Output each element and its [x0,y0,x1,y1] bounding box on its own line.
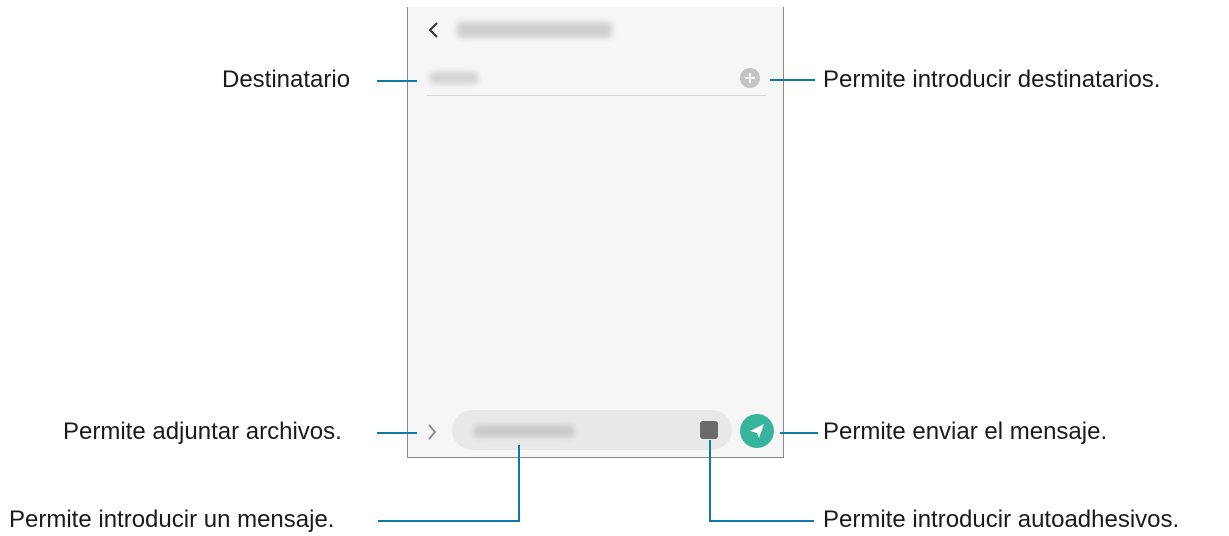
message-input-placeholder [474,425,574,437]
send-icon [750,424,764,438]
attach-files-line [377,432,417,434]
conversation-title-placeholder [457,22,612,38]
add-icon[interactable] [740,68,760,88]
stickers-line-v [709,440,711,521]
enter-stickers-label: Permite introducir autoadhesivos. [823,506,1180,533]
message-input[interactable] [452,410,732,450]
recipient-field-placeholder[interactable] [430,72,478,84]
stickers-line-h [709,520,814,522]
send-button[interactable] [740,414,774,448]
recipient-label: Destinatario [222,66,351,93]
sticker-icon[interactable] [700,421,718,439]
add-recipients-label: Permite introducir destinatarios. [823,66,1161,93]
recipient-divider [427,95,766,96]
add-recipients-line [770,79,815,81]
enter-message-line-h [378,520,520,522]
chevron-right-icon[interactable] [425,422,439,442]
enter-message-line-v [518,445,520,521]
recipient-line [377,80,417,82]
back-arrow-icon[interactable] [425,20,445,40]
send-message-label: Permite enviar el mensaje. [823,418,1108,445]
send-message-line [780,432,818,434]
enter-message-label: Permite introducir un mensaje. [9,506,335,533]
attach-files-label: Permite adjuntar archivos. [63,418,342,445]
